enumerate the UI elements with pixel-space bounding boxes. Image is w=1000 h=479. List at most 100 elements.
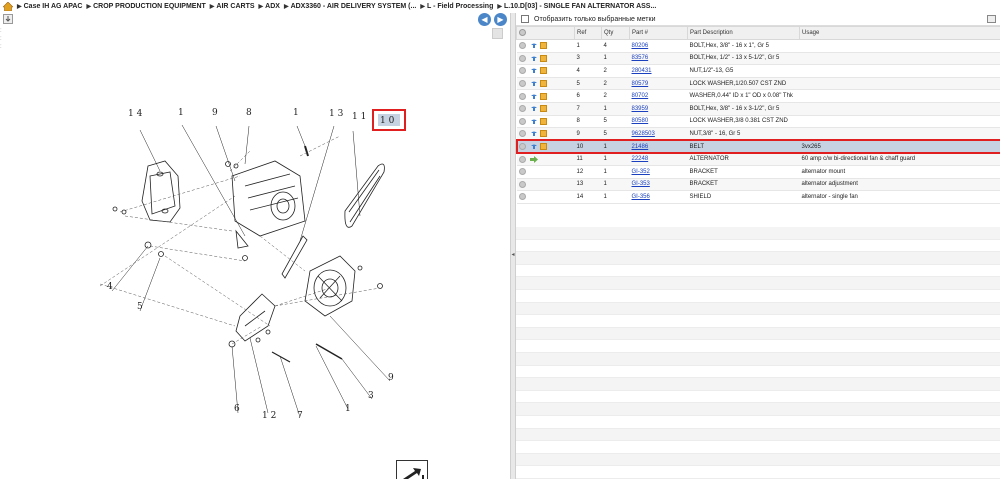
table-row[interactable]: 1 4 80206 BOLT,Hex, 3/8" - 16 x 1", Gr 5	[516, 39, 1000, 53]
expand-icon[interactable]	[518, 155, 526, 163]
next-page-button[interactable]: ▶	[494, 13, 507, 26]
package-icon[interactable]	[539, 92, 547, 100]
expand-icon[interactable]	[518, 42, 526, 50]
add-to-cart-icon[interactable]	[530, 42, 538, 49]
table-row[interactable]: 8 5 80580 LOCK WASHER,3/8 0.381 CST ZND	[516, 115, 1000, 129]
package-icon[interactable]	[539, 117, 547, 125]
package-icon[interactable]	[539, 42, 547, 50]
package-icon[interactable]	[539, 67, 547, 75]
previous-page-button[interactable]: ◀	[478, 13, 491, 26]
package-icon[interactable]	[539, 143, 547, 150]
breadcrumb-item[interactable]: ▶ L - Field Processing	[420, 3, 493, 10]
callout-9b[interactable]: 9	[388, 373, 394, 383]
add-to-cart-icon[interactable]	[530, 67, 538, 74]
callout-4[interactable]: 4	[107, 282, 113, 292]
callout-7[interactable]: 7	[297, 411, 303, 421]
add-to-cart-icon[interactable]	[530, 118, 538, 125]
package-icon[interactable]	[539, 54, 547, 62]
callout-5[interactable]: 5	[137, 302, 143, 312]
breadcrumb-item[interactable]: ▶ L.10.D[03] - SINGLE FAN ALTERNATOR ASS.…	[497, 3, 656, 10]
part-number-link[interactable]: 80206	[632, 43, 649, 49]
callout-11[interactable]: 1 1	[352, 112, 366, 122]
column-header-description[interactable]: Part Description	[687, 26, 800, 40]
callout-14[interactable]: 1 4	[128, 109, 143, 119]
table-row[interactable]: 3 1 83576 BOLT,Hex, 1/2" - 13 x 5-1/2", Gr …	[516, 52, 1000, 66]
cell-description: WASHER,0.44" ID x 1" OD x 0.08" Thk	[687, 89, 800, 103]
callout-1b[interactable]: 1	[293, 108, 299, 118]
expand-icon[interactable]	[518, 143, 526, 150]
expand-icon[interactable]	[518, 130, 526, 138]
part-number-link[interactable]: 80702	[632, 93, 649, 99]
table-row[interactable]: 4 2 280431 NUT,1/2"-13, G5	[516, 64, 1000, 78]
show-selected-only-checkbox[interactable]	[521, 15, 529, 23]
expand-icon[interactable]	[518, 54, 526, 62]
column-header-usage[interactable]: Usage	[799, 26, 1000, 40]
package-icon[interactable]	[539, 105, 547, 113]
callout-6[interactable]: 6	[234, 404, 240, 414]
callout-3[interactable]: 3	[368, 391, 374, 401]
table-row[interactable]: 9 5 9628503 NUT,3/8" - 16, Gr 5	[516, 127, 1000, 141]
part-number-link[interactable]: GI-353	[632, 181, 650, 187]
table-row[interactable]: 14 1 GI-356 SHIELD alternator - single fan	[516, 190, 1000, 204]
callout-13[interactable]: 1 3	[329, 109, 344, 119]
go-to-assembly-icon[interactable]	[529, 155, 538, 163]
add-to-cart-icon[interactable]	[530, 143, 538, 150]
callout-12[interactable]: 1 2	[262, 411, 276, 421]
adjustment-bracket-part[interactable]	[281, 235, 308, 279]
expand-icon[interactable]	[518, 180, 526, 188]
callout-10-highlight[interactable]: 1 0	[372, 109, 406, 131]
panel-menu-icon[interactable]	[987, 15, 996, 23]
collapse-left-icon[interactable]: ◂	[511, 251, 515, 261]
part-number-link[interactable]: 80579	[632, 81, 649, 87]
table-row[interactable]: 12 1 GI-352 BRACKET alternator mount	[516, 165, 1000, 179]
part-number-link[interactable]: 22248	[632, 156, 649, 162]
home-icon[interactable]	[3, 2, 13, 11]
callout-1c[interactable]: 1	[345, 404, 351, 414]
part-number-link[interactable]: 21486	[632, 144, 649, 150]
breadcrumb-item[interactable]: ▶ ADX	[259, 3, 280, 10]
table-row[interactable]: 5 2 80579 LOCK WASHER,1/20.507 CST ZND	[516, 77, 1000, 91]
alternator-part[interactable]	[231, 160, 306, 237]
part-number-link[interactable]: 83959	[632, 106, 649, 112]
breadcrumb-item[interactable]: ▶ CROP PRODUCTION EQUIPMENT	[87, 3, 206, 10]
expand-icon[interactable]	[518, 168, 526, 176]
expand-icon[interactable]	[518, 193, 526, 201]
part-number-link[interactable]: 80580	[632, 118, 649, 124]
belt-part[interactable]	[344, 163, 385, 228]
part-number-link[interactable]: GI-352	[632, 169, 650, 175]
table-row[interactable]: 11 1 22248 ALTERNATOR 60 amp c/w bi-directio…	[516, 152, 1000, 166]
part-number-link[interactable]: 83576	[632, 55, 649, 61]
table-row[interactable]: 7 1 83959 BOLT,Hex, 3/8" - 16 x 3-1/2", Gr …	[516, 102, 1000, 116]
column-header-qty[interactable]: Qty	[601, 26, 630, 40]
add-to-cart-icon[interactable]	[530, 80, 538, 87]
column-header-ref[interactable]: Ref	[574, 26, 602, 40]
expand-icon[interactable]	[518, 92, 526, 100]
expand-icon[interactable]	[518, 105, 526, 113]
expand-icon[interactable]	[518, 80, 526, 88]
column-header-part-number[interactable]: Part #	[629, 26, 688, 40]
header-select-all[interactable]	[516, 26, 575, 40]
part-number-link[interactable]: GI-356	[632, 194, 650, 200]
add-to-cart-icon[interactable]	[530, 130, 538, 137]
package-icon[interactable]	[539, 80, 547, 88]
table-row[interactable]: 6 2 80702 WASHER,0.44" ID x 1" OD x 0.08" T…	[516, 89, 1000, 103]
breadcrumb-item[interactable]: ▶ AIR CARTS	[210, 3, 255, 10]
expand-icon[interactable]	[518, 67, 526, 75]
add-to-cart-icon[interactable]	[530, 105, 538, 112]
breadcrumb-item[interactable]: ▶ Case IH AG APAC	[17, 3, 83, 10]
callout-1a[interactable]: 1	[178, 108, 184, 118]
table-row[interactable]: 13 1 GI-353 BRACKET alternator adjustment	[516, 178, 1000, 192]
export-diagram-button[interactable]	[396, 460, 428, 479]
expand-icon[interactable]	[518, 117, 526, 125]
add-to-cart-icon[interactable]	[530, 55, 538, 62]
callout-9a[interactable]: 9	[212, 108, 218, 118]
download-icon[interactable]	[3, 14, 13, 24]
part-number-link[interactable]: 9628503	[632, 131, 655, 137]
breadcrumb-item[interactable]: ▶ ADX3360 - AIR DELIVERY SYSTEM (...	[284, 3, 416, 10]
shield-part[interactable]	[141, 160, 181, 223]
package-icon[interactable]	[539, 130, 547, 138]
add-to-cart-icon[interactable]	[530, 93, 538, 100]
part-number-link[interactable]: 280431	[632, 68, 652, 74]
table-row[interactable]: 10 1 21486 BELT 3vx265	[515, 139, 1000, 154]
callout-8[interactable]: 8	[246, 108, 252, 118]
